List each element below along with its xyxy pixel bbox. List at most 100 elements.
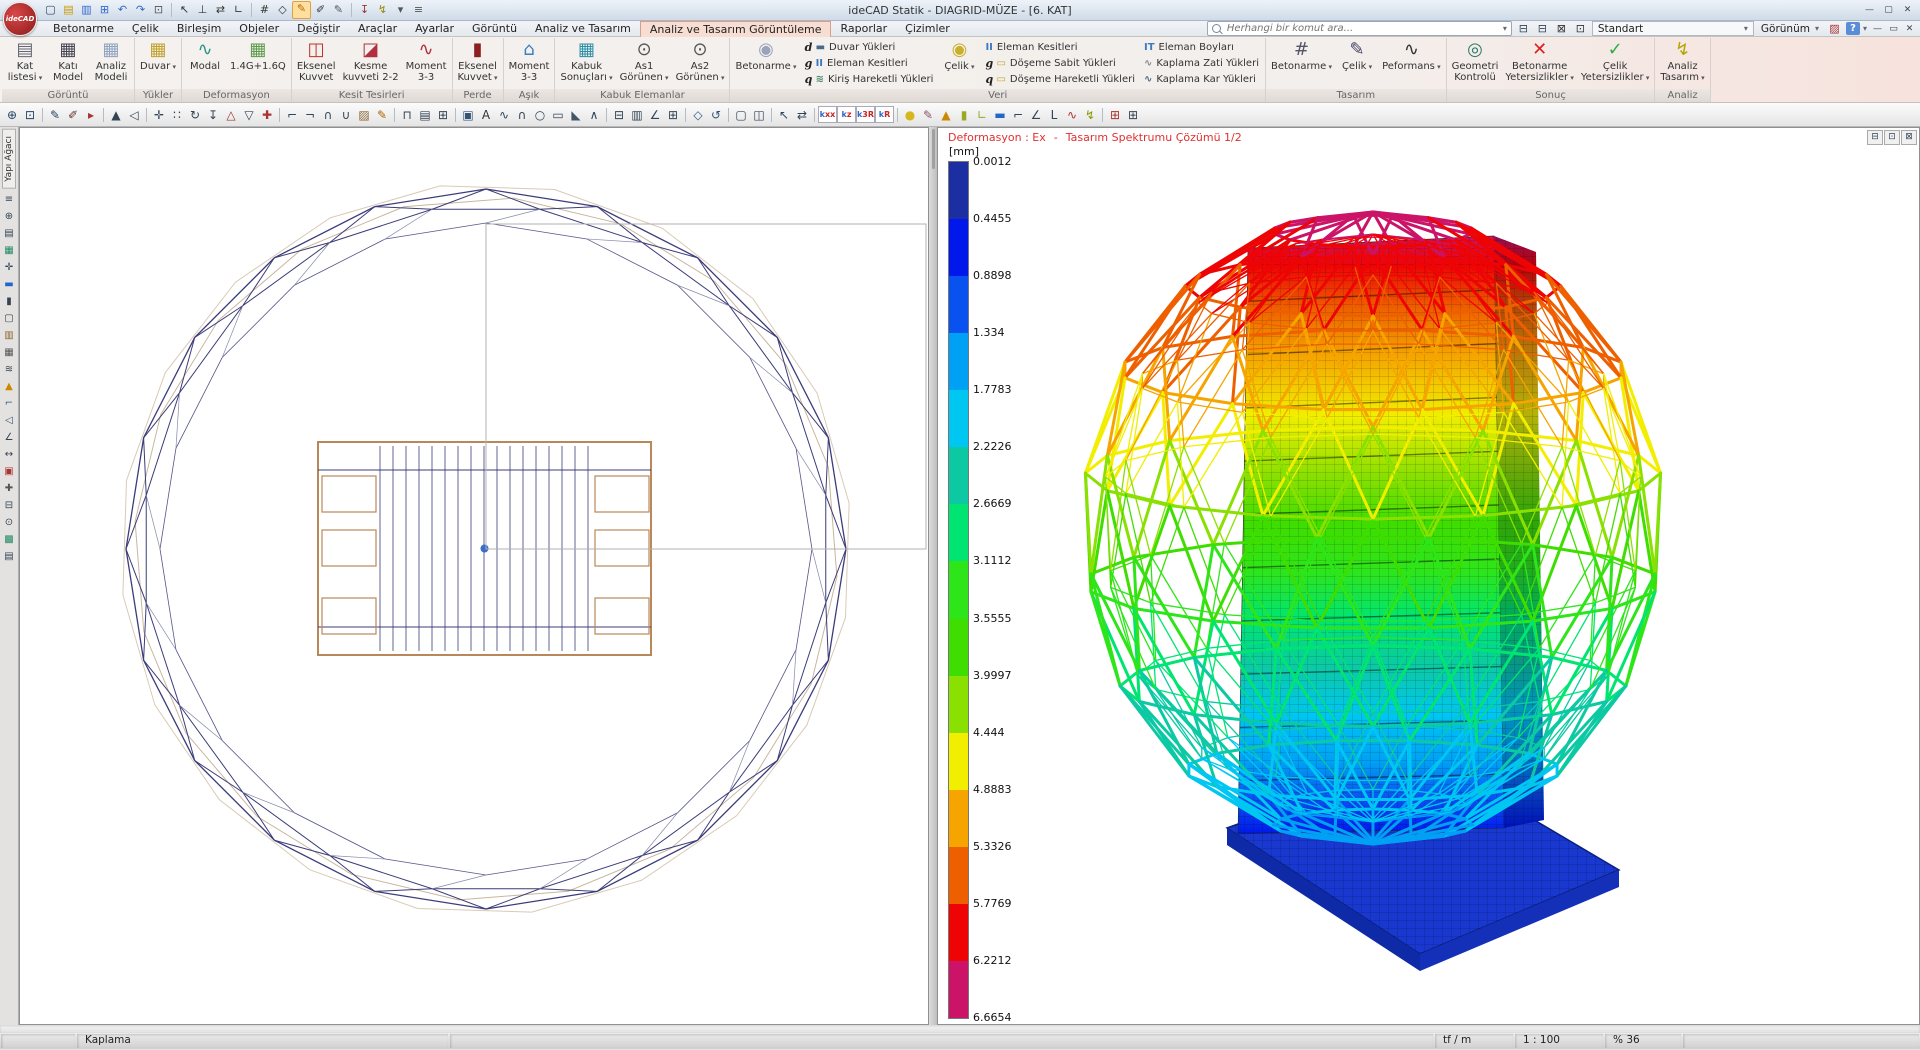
duvar-button[interactable]: ▦Duvar ▾ [137,38,179,89]
calc-icon[interactable]: ⊞ [664,107,682,123]
app-minimize-button[interactable]: — [1861,2,1878,18]
veri-betonarme-button[interactable]: ◉Betonarme ▾ [732,38,799,89]
steel-icon[interactable]: ⌐ [2,397,17,411]
load-arrow-icon[interactable]: ↧ [356,2,373,18]
analysis-bolt-icon[interactable]: ↯ [374,2,391,18]
edit-pen-icon[interactable]: ✎ [373,107,391,123]
vertex-tool-icon[interactable]: ▲ [107,107,125,123]
wall-icon[interactable]: ▥ [2,329,17,343]
layer-list-icon[interactable]: ⊟ [1515,21,1532,37]
angle-icon[interactable]: ∠ [646,107,664,123]
panel-icon[interactable]: ▤ [416,107,434,123]
camera-icon[interactable]: ⊙ [2,516,17,530]
active-pen-icon[interactable]: ✎ [292,1,311,19]
qat-more-icon[interactable]: ≡ [410,2,427,18]
stairs-icon[interactable]: ≋ [2,363,17,377]
veri-celik-kesitleri[interactable]: IIEleman Kesitleri [985,41,1135,54]
menu-tab-ayarlar[interactable]: Ayarlar [406,21,463,36]
new-view-icon[interactable]: ▢ [732,107,750,123]
polyline-icon[interactable]: ∧ [585,107,603,123]
report-icon[interactable]: ▤ [2,550,17,564]
save-icon[interactable]: ▥ [78,2,95,18]
layer-stack-icon[interactable]: ⊟ [1534,21,1551,37]
table-icon[interactable]: ⊞ [1124,107,1142,123]
diagram-icon[interactable]: ∿ [1063,107,1081,123]
axes-swap-icon[interactable]: ⇄ [793,107,811,123]
layers-icon[interactable]: ⊟ [610,107,628,123]
ucs-icon[interactable]: ↖ [775,107,793,123]
select-pointer-icon[interactable]: ↖ [176,2,193,18]
settings-icon[interactable]: ✚ [2,482,17,496]
kesme-kuvveti-button[interactable]: ◪Kesmekuvveti 2-2 [340,38,402,89]
column-tool-icon[interactable]: ▮ [955,107,973,123]
pen-tool-icon[interactable]: ✎ [919,107,937,123]
view-menu-button[interactable]: Görünüm ▾ [1757,23,1823,35]
as2-gorunen-button[interactable]: ⊙As2Görünen ▾ [673,38,728,89]
profile-icon[interactable]: L [1045,107,1063,123]
as1-gorunen-button[interactable]: ⊙As1Görünen ▾ [617,38,672,89]
veri-doseme-hareketli[interactable]: q▭Döşeme Hareketli Yükleri [985,73,1135,86]
spline-icon[interactable]: ∿ [495,107,513,123]
slab-icon[interactable]: ▢ [2,312,17,326]
menu-tab-izimler[interactable]: Çizimler [896,21,959,36]
axes-icon[interactable]: ✛ [2,261,17,275]
menu-tab-analiz-ve-tasar-m-g-r-nt-leme[interactable]: Analiz ve Tasarım Görüntüleme [640,21,832,37]
yapi-agaci-tab[interactable]: Yapı Ağacı [2,129,16,189]
tasarim-betonarme-button[interactable]: #Betonarme ▾ [1268,38,1335,89]
menu-tab-betonarme[interactable]: Betonarme [44,21,123,36]
model-icon[interactable]: ▦ [2,244,17,258]
sheet-icon[interactable]: ▥ [628,107,646,123]
result-k3r-button[interactable]: k3R [856,106,875,123]
floors-icon[interactable]: ▤ [2,227,17,241]
eksenel-kuvvet-button[interactable]: ◫EksenelKuvvet [294,38,339,89]
app-close-button[interactable]: ✕ [1899,2,1916,18]
result-kr-button[interactable]: kR [875,106,894,123]
qat-dropdown-icon[interactable]: ▾ [392,2,409,18]
section-icon[interactable]: ∠ [2,431,17,445]
veri-doseme-sabit[interactable]: g▭Döşeme Sabit Yükleri [985,57,1135,70]
material-icon[interactable]: ▣ [2,465,17,479]
menu-tab-elik[interactable]: Çelik [123,21,168,36]
scale-icon[interactable]: △ [222,107,240,123]
view-close-button[interactable]: ⊠ [1901,130,1917,145]
view-restore-button[interactable]: ⊡ [1884,130,1900,145]
capture-region-icon[interactable]: ⊡ [150,2,167,18]
trim-icon[interactable]: ⌐ [283,107,301,123]
zoom-tool-icon[interactable]: ⊕ [2,210,17,224]
select-all-icon[interactable]: ⊠ [1553,21,1570,37]
menu-tab-birle-im[interactable]: Birleşim [168,21,230,36]
parallel-snap-icon[interactable]: ⇄ [212,2,229,18]
mdi-close-button[interactable]: ✕ [1902,21,1917,37]
menu-tab-analiz-ve-tasar-m[interactable]: Analiz ve Tasarım [526,21,640,36]
hatch-icon[interactable]: ▨ [355,107,373,123]
veri-kaplama-kar[interactable]: ∿Kaplama Kar Yükleri [1144,73,1259,86]
idecad-logo[interactable]: ideCAD [3,2,37,36]
asik-moment-button[interactable]: ⌂Moment3-3 [506,38,553,89]
circle-icon[interactable]: ○ [531,107,549,123]
analiz-modeli-button[interactable]: ▦AnalizModeli [90,38,132,89]
veri-duvar-yukleri[interactable]: d▬Duvar Yükleri [805,41,934,54]
arc-icon[interactable]: ∩ [513,107,531,123]
viewport-splitter[interactable] [929,127,937,1025]
viewport-3d[interactable]: Deformasyon : Ex - Tasarım Spektrumu Çöz… [937,127,1920,1025]
tile-view-icon[interactable]: ◫ [750,107,768,123]
kombinasyon-button[interactable]: ▦1.4G+1.6Q [227,38,289,89]
roof-icon[interactable]: ▲ [2,380,17,394]
zoom-window-icon[interactable]: ⊡ [21,107,39,123]
mdi-restore-button[interactable]: ▭ [1886,21,1901,37]
extend-icon[interactable]: ¬ [301,107,319,123]
foundation-icon[interactable]: ▦ [2,346,17,360]
menu-tab-ara-lar[interactable]: Araçlar [349,21,406,36]
menu-tab-raporlar[interactable]: Raporlar [831,21,896,36]
save-all-icon[interactable]: ⊞ [96,2,113,18]
kat-listesi-button[interactable]: ▤Katlistesi ▾ [4,38,46,89]
open-file-icon[interactable]: ▤ [60,2,77,18]
menu-tab-g-r-nt[interactable]: Görüntü [463,21,526,36]
move-icon[interactable]: ✛ [150,107,168,123]
light-icon[interactable]: ● [901,107,919,123]
section-angle-icon[interactable]: ∠ [1027,107,1045,123]
beam-icon[interactable]: ▬ [2,278,17,292]
veri-kiris-hareketli[interactable]: q≋Kiriş Hareketli Yükleri [805,73,934,86]
style-combo[interactable]: Standart ▾ [1592,21,1754,36]
polygon-tool-icon[interactable]: ◁ [125,107,143,123]
